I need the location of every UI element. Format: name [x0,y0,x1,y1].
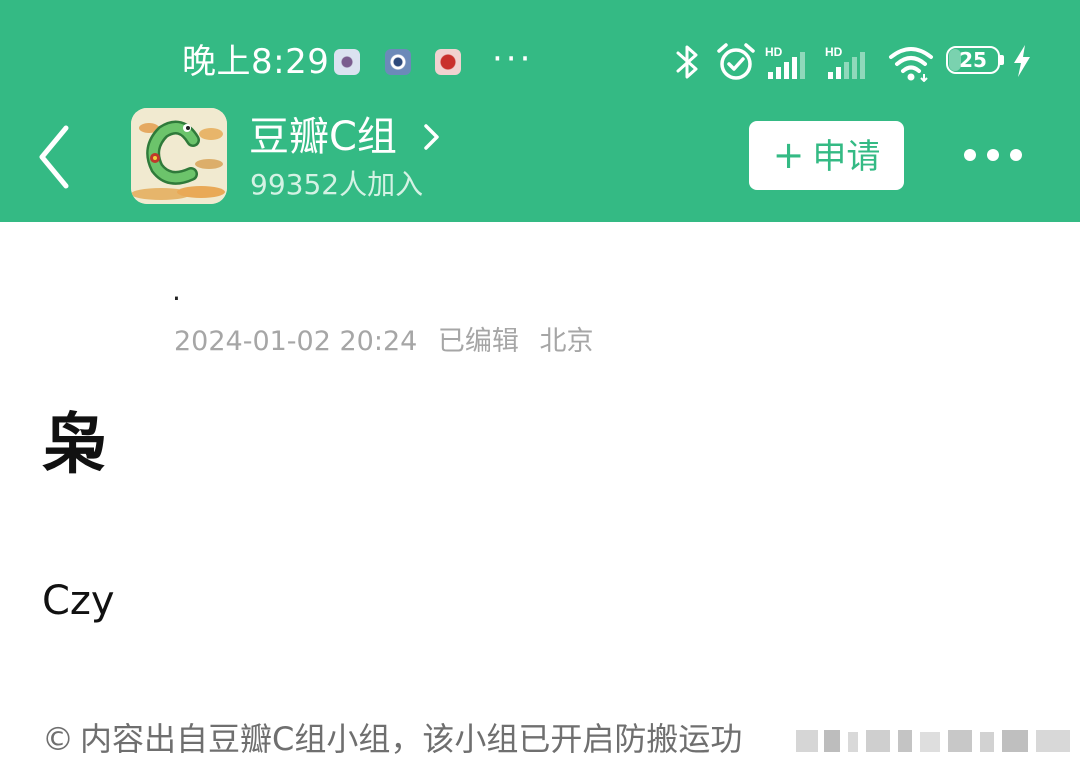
watermark-overlay [790,728,1075,754]
notification-app-icon [334,49,360,75]
group-name-link[interactable]: 豆瓣C组 [249,112,397,162]
signal-icon: HD [825,45,865,79]
battery-level-text: 25 [959,48,987,72]
app-header: 晚上8:29 ··· HD HD 25 豆瓣C组 99352人加入 + 申请 [0,0,1080,222]
copyright-icon: © [42,720,74,758]
signal-hd-label: HD [825,45,843,59]
apply-button-label: 申请 [812,137,881,177]
more-icon[interactable] [960,140,1026,170]
post-edited-label: 已编辑 [437,326,519,357]
charging-icon [1014,45,1030,77]
plus-icon: + [772,133,805,177]
post-title: 枭 [42,406,108,483]
copyright-notice: © 内容出自豆瓣C组小组，该小组已开启防搬运功 [42,716,742,762]
signal-icon: HD [765,45,805,79]
signal-hd-label: HD [765,45,783,59]
apply-join-button[interactable]: + 申请 [749,121,904,190]
group-avatar[interactable] [131,108,227,204]
back-icon[interactable] [30,122,82,192]
status-time: 晚上8:29 [182,42,330,82]
chevron-right-icon[interactable] [420,122,444,152]
post-author[interactable]: . [172,276,181,306]
bluetooth-icon [676,45,698,79]
copyright-notice-text: 内容出自豆瓣C组小组，该小组已开启防搬运功 [80,720,743,758]
alarm-icon [717,43,755,80]
notification-app-icon [435,49,461,75]
post-location: 北京 [539,326,594,357]
battery-icon: 25 [946,46,1004,76]
post-meta: 2024-01-02 20:24 已编辑 北京 [174,322,606,362]
post-body: Czy [42,578,115,624]
notification-overflow-icon: ··· [492,39,534,79]
wifi-icon [889,47,933,82]
member-count: 99352人加入 [250,168,424,201]
post-date: 2024-01-02 20:24 [174,326,418,357]
notification-app-icon [385,49,411,75]
